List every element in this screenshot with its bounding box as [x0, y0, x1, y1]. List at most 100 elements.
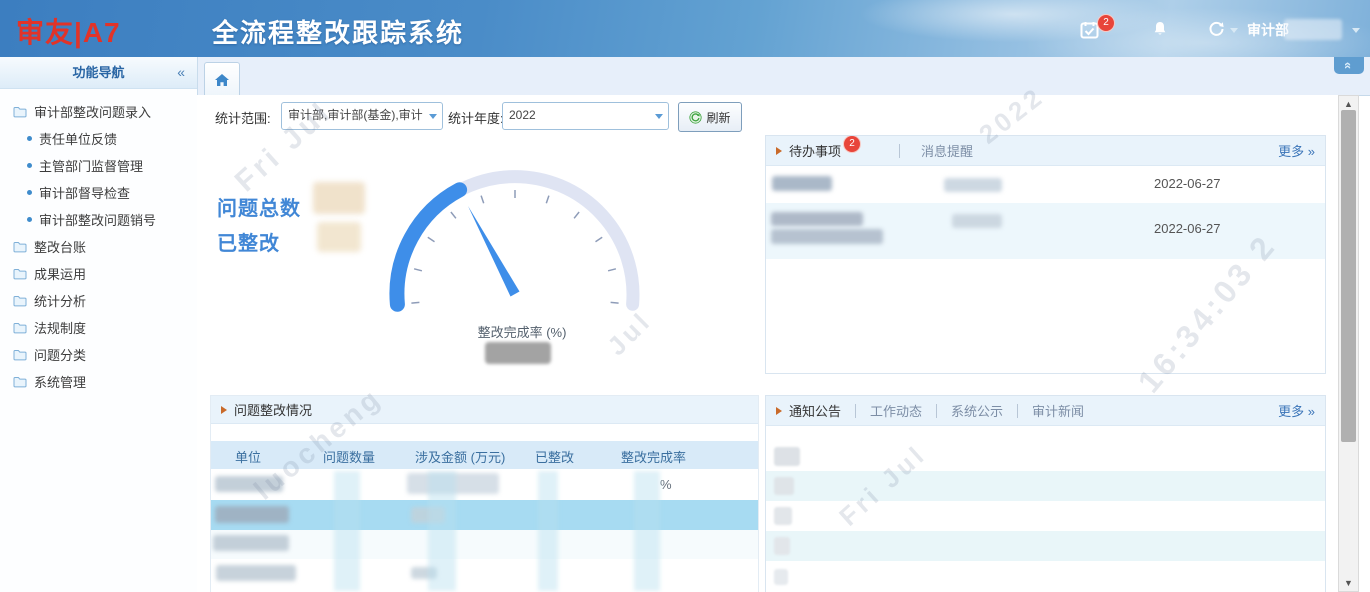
chevron-down-icon [655, 114, 663, 119]
sidebar-item-dept-supervision[interactable]: 主管部门监督管理 [0, 152, 197, 179]
todo-panel: 待办事项 2 消息提醒 更多 » 2022-06-27 2022-06-27 [765, 135, 1326, 374]
gauge-axis-label: 整改完成率 (%) [442, 322, 602, 341]
refresh-icon[interactable] [1208, 21, 1225, 42]
sidebar-item-problem-entry[interactable]: 审计部整改问题录入 [0, 98, 197, 125]
user-menu-caret-icon[interactable] [1352, 28, 1360, 33]
arrow-marker-icon [221, 406, 227, 414]
scope-select[interactable]: 审计部,审计部(基金),审计 [281, 102, 443, 130]
bullet-icon [27, 136, 32, 141]
notice-row[interactable] [766, 561, 1325, 592]
bullet-icon [27, 190, 32, 195]
sidebar-item-statistics[interactable]: 统计分析 [0, 287, 197, 314]
redacted-text [771, 229, 883, 244]
tab-todo-items[interactable]: 待办事项 [789, 141, 841, 160]
bullet-icon [27, 163, 32, 168]
bell-icon[interactable] [1152, 21, 1168, 42]
divider [855, 404, 856, 418]
todo-panel-header: 待办事项 2 消息提醒 更多 » [766, 136, 1325, 166]
redacted-text [215, 506, 289, 523]
scrollbar-thumb[interactable] [1341, 110, 1356, 442]
refresh-button[interactable]: 刷新 [678, 102, 742, 132]
gauge-needle [468, 206, 520, 297]
divider [1017, 404, 1018, 418]
sidebar-title: 功能导航 [72, 65, 124, 80]
tab-home[interactable] [204, 62, 240, 96]
notice-row[interactable]: 2022-06-16 [766, 471, 1325, 501]
row-percent-suffix: % [660, 477, 672, 492]
todo-more-link[interactable]: 更多 » [1278, 141, 1315, 160]
sidebar-item-label: 统计分析 [34, 291, 86, 310]
year-select[interactable]: 2022 [502, 102, 669, 130]
sidebar-item-results-usage[interactable]: 成果运用 [0, 260, 197, 287]
todo-row[interactable]: 2022-06-27 [766, 203, 1325, 259]
redacted-text [774, 477, 794, 495]
tab-work-updates[interactable]: 工作动态 [870, 401, 922, 420]
chevron-down-icon [429, 114, 437, 119]
tab-audit-news[interactable]: 审计新闻 [1032, 401, 1084, 420]
user-department: 审计部 [1247, 20, 1289, 40]
notice-row[interactable]: 2022-06-16 [766, 531, 1325, 561]
todo-date: 2022-06-27 [1154, 221, 1221, 236]
redacted-text [213, 535, 289, 551]
issues-table-row[interactable] [211, 530, 758, 559]
sidebar-item-label: 责任单位反馈 [39, 129, 117, 148]
notice-panel-header: 通知公告 工作动态 系统公示 审计新闻 更多 » [766, 396, 1325, 426]
scroll-up-icon[interactable]: ▲ [1344, 99, 1353, 109]
col-problem-count: 问题数量 [323, 447, 375, 466]
sidebar-item-label: 审计部整改问题录入 [34, 102, 151, 121]
todo-date: 2022-06-27 [1154, 176, 1221, 191]
sidebar-item-unit-feedback[interactable]: 责任单位反馈 [0, 125, 197, 152]
col-unit: 单位 [235, 447, 261, 466]
header-collapse-button[interactable]: « [1334, 57, 1364, 74]
user-name-redacted[interactable] [1284, 19, 1342, 40]
redacted-text [216, 565, 296, 581]
redacted-text [774, 507, 792, 525]
todo-row[interactable]: 2022-06-27 [766, 166, 1325, 203]
refresh-caret-icon[interactable] [1230, 28, 1238, 33]
tab-system-announcements[interactable]: 系统公示 [951, 401, 1003, 420]
sidebar-item-label: 整改台账 [34, 237, 86, 256]
folder-icon [13, 349, 27, 361]
year-select-value: 2022 [503, 103, 668, 127]
refresh-green-icon [689, 111, 702, 124]
issues-table-row[interactable] [211, 559, 758, 588]
issues-table-row[interactable]: % [211, 471, 758, 500]
sidebar-item-label: 问题分类 [34, 345, 86, 364]
notice-panel: 通知公告 工作动态 系统公示 审计新闻 更多 » 2022-06-16 2022… [765, 395, 1326, 592]
folder-icon [13, 106, 27, 118]
year-filter-label: 统计年度: [448, 108, 504, 127]
refresh-button-label: 刷新 [706, 109, 730, 126]
tab-notices[interactable]: 通知公告 [789, 401, 841, 420]
app-title: 全流程整改跟踪系统 [212, 13, 464, 50]
notice-row[interactable]: 2022-06-16 [766, 441, 1325, 471]
redacted-column [634, 471, 660, 591]
sidebar-collapse-button[interactable]: « [177, 57, 185, 88]
main-content: 统计范围: 审计部,审计部(基金),审计 统计年度: 2022 刷新 问题总数 … [197, 95, 1338, 592]
content-tabbar [197, 57, 1370, 96]
col-amount: 涉及金额 (万元) [415, 447, 505, 466]
sidebar-nav: 审计部整改问题录入 责任单位反馈 主管部门监督管理 审计部督导检查 审计部整改问… [0, 89, 197, 395]
col-completion-rate: 整改完成率 [621, 447, 686, 466]
sidebar-item-problem-closure[interactable]: 审计部整改问题销号 [0, 206, 197, 233]
sidebar-item-label: 系统管理 [34, 372, 86, 391]
sidebar-item-label: 成果运用 [34, 264, 86, 283]
redacted-text [944, 178, 1002, 192]
tab-message-reminders[interactable]: 消息提醒 [921, 141, 973, 160]
sidebar-item-system-admin[interactable]: 系统管理 [0, 368, 197, 395]
app-header: 审友|A7 全流程整改跟踪系统 2 审计部 [0, 0, 1370, 57]
sidebar-item-audit-inspection[interactable]: 审计部督导检查 [0, 179, 197, 206]
col-fixed: 已整改 [535, 447, 574, 466]
notice-row[interactable]: 2022-06-16 [766, 501, 1325, 531]
issues-table-row-selected[interactable] [211, 500, 758, 530]
notice-more-link[interactable]: 更多 » [1278, 401, 1315, 420]
sidebar-item-ledger[interactable]: 整改台账 [0, 233, 197, 260]
redacted-text [774, 537, 790, 555]
redacted-column [334, 471, 360, 591]
vertical-scrollbar[interactable]: ▲ ▼ [1338, 95, 1359, 592]
sidebar-item-regulations[interactable]: 法规制度 [0, 314, 197, 341]
todo-badge: 2 [843, 135, 861, 153]
sidebar-item-problem-category[interactable]: 问题分类 [0, 341, 197, 368]
redacted-text [771, 212, 863, 226]
sidebar-item-label: 法规制度 [34, 318, 86, 337]
scroll-down-icon[interactable]: ▼ [1344, 578, 1353, 588]
